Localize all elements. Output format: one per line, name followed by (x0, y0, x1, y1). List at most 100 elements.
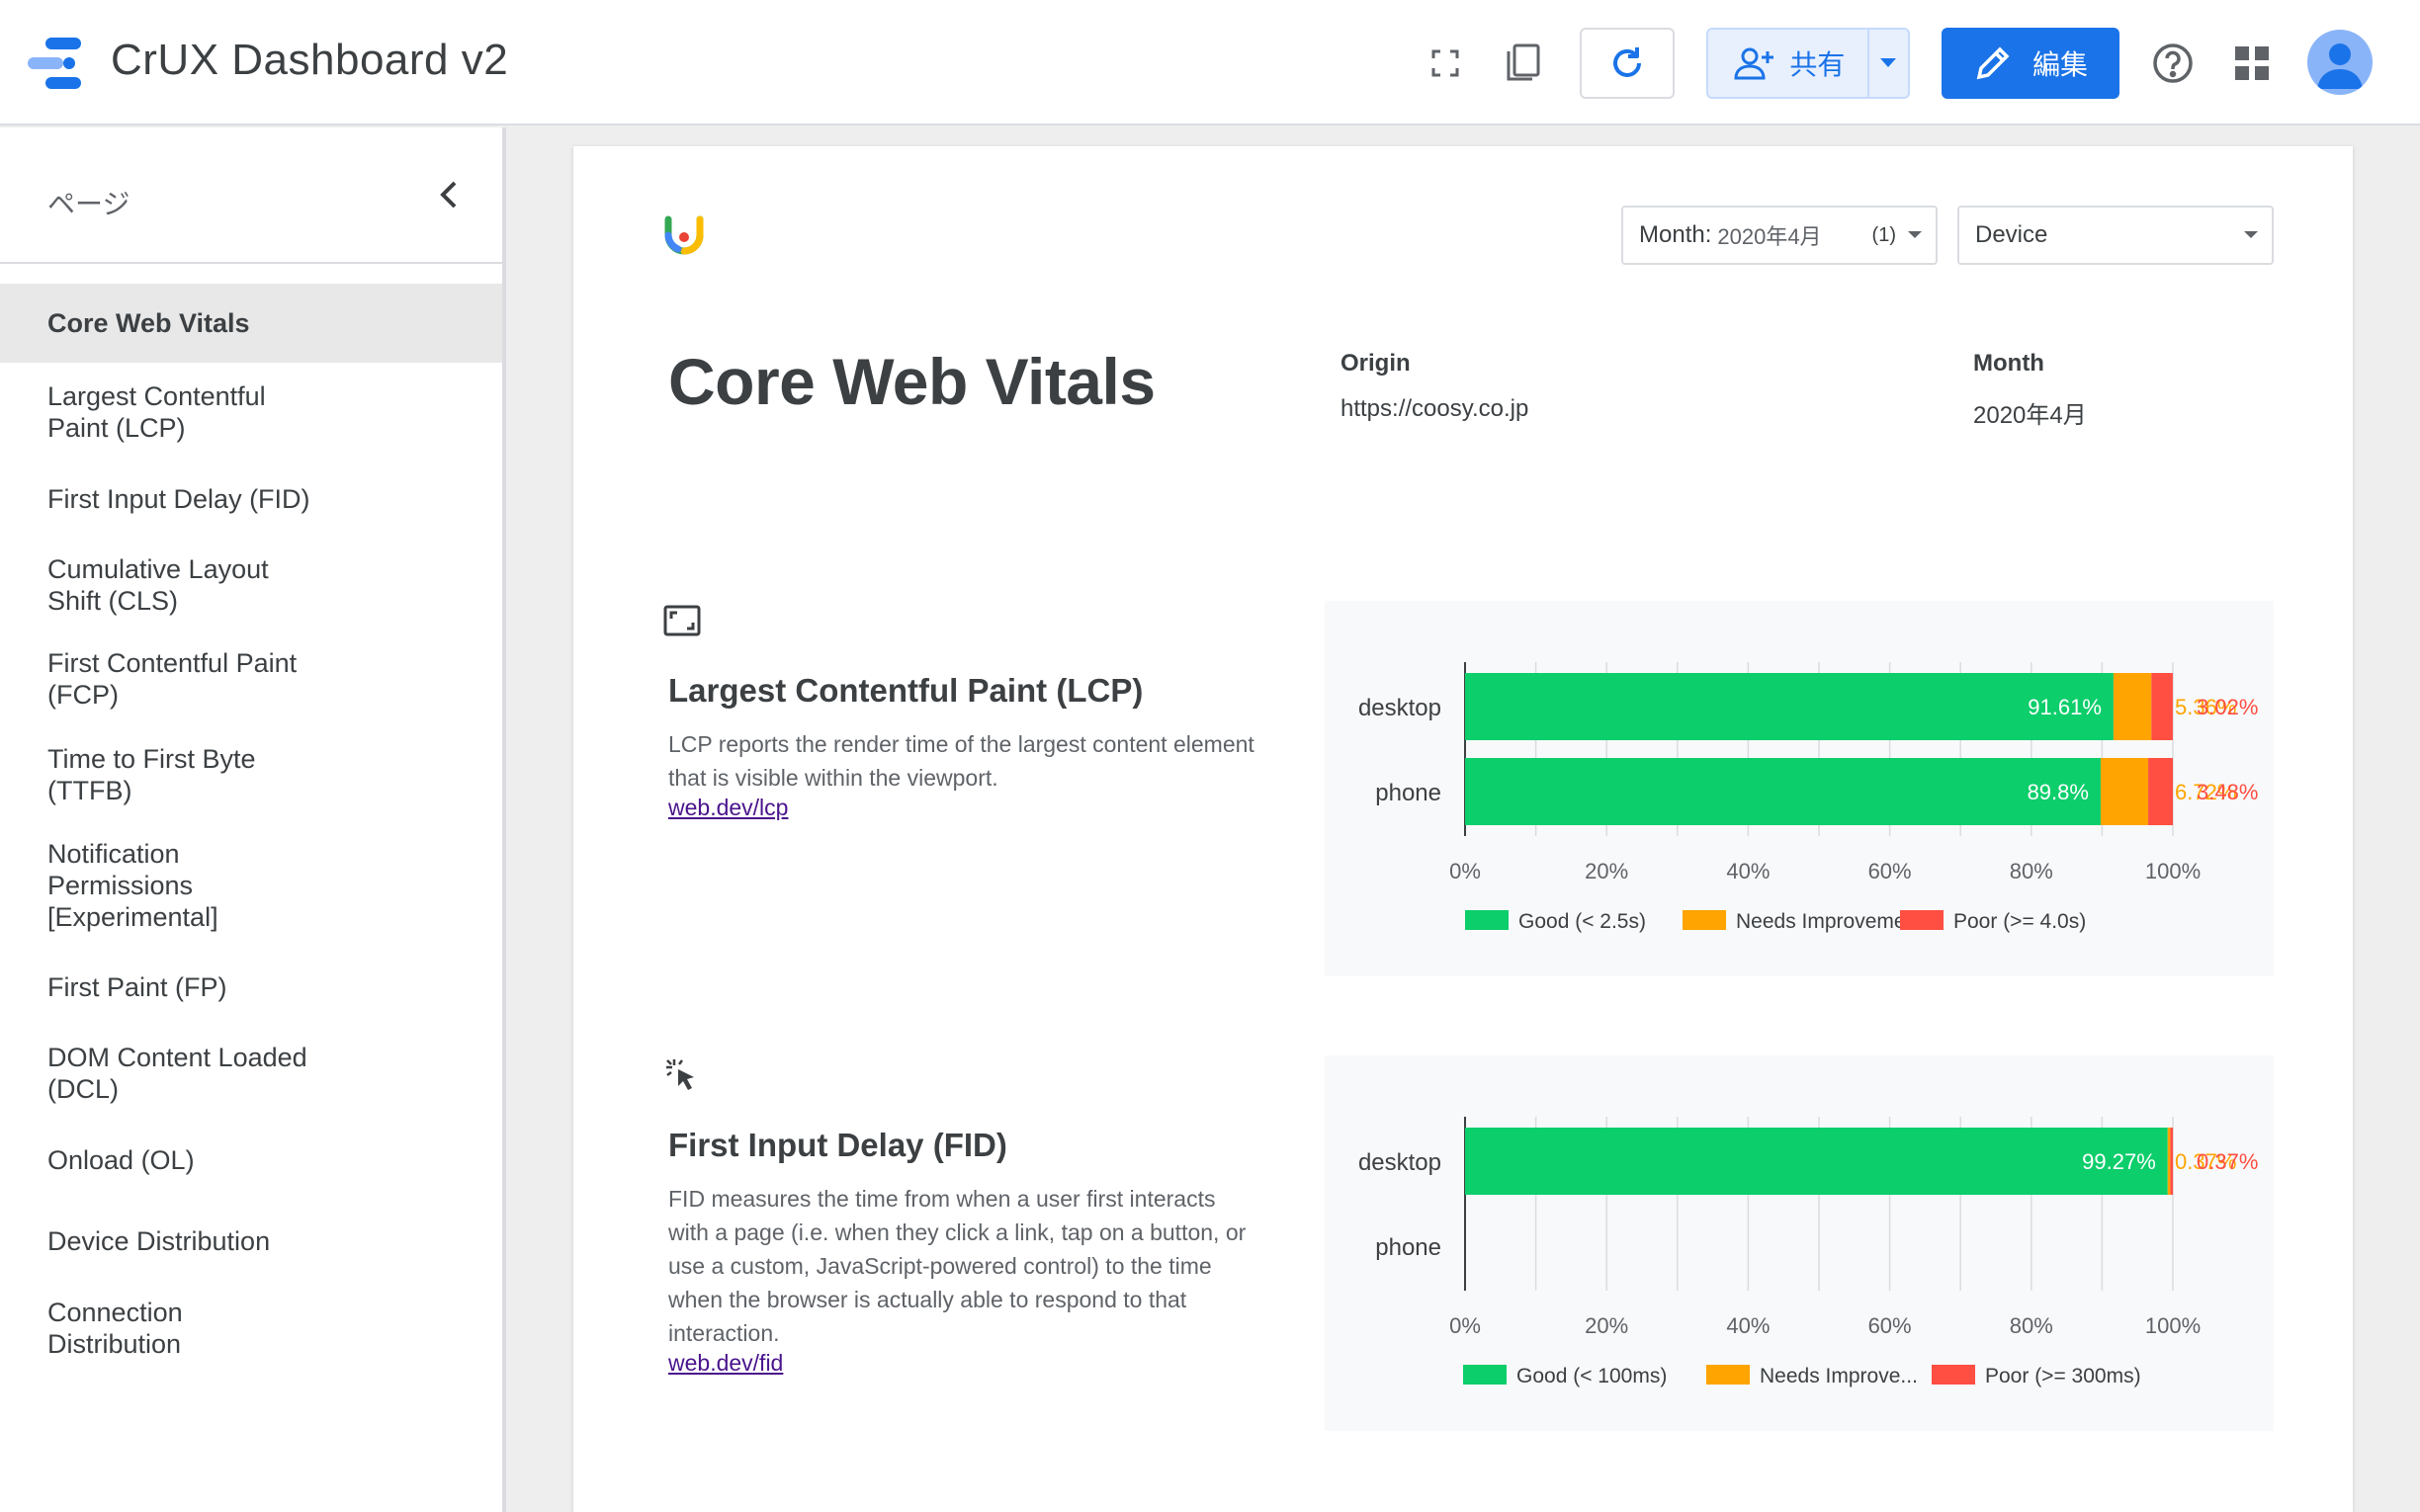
aspect-ratio-icon (663, 605, 701, 636)
fid-link[interactable]: web.dev/fid (668, 1350, 783, 1377)
page-sidebar: ページ Core Web Vitals Largest Contentful P… (0, 127, 506, 1512)
sidebar-item-label: Largest Contentful Paint (LCP) (47, 381, 266, 443)
sidebar-item-label: First Input Delay (FID) (47, 484, 310, 514)
share-options-button[interactable] (1869, 30, 1908, 97)
sidebar-header: ページ (0, 127, 502, 264)
edit-label: 編集 (2031, 49, 2088, 80)
fullscreen-icon[interactable] (1416, 34, 1475, 93)
category-label: phone (1375, 1234, 1441, 1261)
sidebar-item-core-web-vitals[interactable]: Core Web Vitals (0, 284, 502, 363)
legend-label-poor: Poor (>= 300ms) (1985, 1365, 2141, 1387)
category-label: phone (1375, 780, 1441, 806)
x-tick-label: 20% (1585, 859, 1628, 883)
sidebar-item-cls[interactable]: Cumulative Layout Shift (CLS) (0, 553, 326, 617)
x-tick-label: 100% (2145, 1313, 2201, 1338)
lcp-chart-panel: desktop phone 91.61% 5.36% 3.02% 89.8% 6.72% 3.… (1325, 601, 2274, 976)
sidebar-item-connection-distribution[interactable]: Connection Distribution (0, 1297, 277, 1360)
refresh-button[interactable] (1580, 28, 1675, 99)
origin-value: https://coosy.co.jp (1340, 395, 1529, 422)
month-label: Month (1973, 350, 2044, 377)
device-filter-value: Device (1975, 221, 2048, 248)
share-button-group: 共有 (1706, 28, 1910, 99)
x-tick-label: 80% (2010, 1313, 2053, 1338)
legend-swatch-poor (1900, 910, 1944, 930)
x-tick-label: 0% (1449, 859, 1481, 883)
bar-segment-needs (2100, 758, 2149, 825)
caret-down-icon (1880, 58, 1897, 67)
legend-swatch-good (1463, 1365, 1507, 1385)
sidebar-item-label: Core Web Vitals (47, 308, 250, 338)
x-tick-label: 0% (1449, 1313, 1481, 1338)
caret-down-icon (1908, 231, 1922, 238)
legend-swatch-poor (1932, 1365, 1975, 1385)
sidebar-item-onload[interactable]: Onload (OL) (0, 1144, 502, 1176)
month-filter-dropdown[interactable]: Month: 2020年4月 (1) (1621, 206, 1938, 265)
x-tick-label: 60% (1868, 1313, 1912, 1338)
legend-swatch-needs (1683, 910, 1726, 930)
sidebar-item-fp[interactable]: First Paint (FP) (0, 971, 502, 1003)
month-filter-count: (1) (1871, 223, 1896, 246)
x-tick-label: 20% (1585, 1313, 1628, 1338)
top-bar: CrUX Dashboard v2 共有 編集 (0, 0, 2420, 126)
data-label-poor: 0.37% (2197, 1149, 2258, 1174)
month-filter-label: Month: (1639, 221, 1712, 248)
fid-description: FID measures the time from when a user f… (668, 1186, 1247, 1346)
sidebar-item-device-distribution[interactable]: Device Distribution (0, 1225, 502, 1257)
x-tick-label: 60% (1868, 859, 1912, 883)
sidebar-item-ttfb[interactable]: Time to First Byte (TTFB) (0, 743, 326, 806)
sidebar-item-notification-permissions[interactable]: Notification Permissions [Experimental] (0, 838, 297, 933)
copy-icon[interactable] (1493, 34, 1552, 93)
sidebar-item-label: First Paint (FP) (47, 972, 227, 1002)
month-value: 2020年4月 (1973, 402, 2087, 429)
refresh-icon (1613, 47, 1641, 77)
sidebar-item-label: Cumulative Layout Shift (CLS) (47, 554, 269, 616)
legend-label-needs: Needs Improvement (1736, 910, 1923, 933)
report-canvas: Month: 2020年4月 (1) Device Core Web Vital… (573, 146, 2353, 1512)
sidebar-title: ページ (47, 189, 130, 219)
bar-segment-good (1465, 673, 2114, 740)
bar-segment-good (1465, 1128, 2168, 1195)
bar-segment-good (1465, 758, 2101, 825)
sidebar-item-label: DOM Content Loaded (DCL) (47, 1043, 307, 1104)
caret-down-icon (2244, 231, 2258, 238)
sidebar-item-label: Notification Permissions [Experimental] (47, 839, 218, 932)
apps-grid-icon[interactable] (2222, 34, 2282, 93)
category-label: desktop (1358, 1149, 1441, 1176)
share-label: 共有 (1789, 49, 1846, 80)
data-label-good: 99.27% (2082, 1149, 2156, 1174)
sidebar-item-label: Onload (OL) (47, 1145, 195, 1175)
bar-segment-needs (2113, 673, 2152, 740)
legend-swatch-good (1465, 910, 1509, 930)
sidebar-item-dcl[interactable]: DOM Content Loaded (DCL) (0, 1042, 326, 1105)
data-label-good: 91.61% (2028, 695, 2102, 719)
fid-chart: desktopphone99.27% 0.37%0.37%0% 20% 40% 60% 8… (1358, 1117, 2258, 1387)
device-filter-dropdown[interactable]: Device (1957, 206, 2274, 265)
help-icon[interactable] (2143, 34, 2203, 93)
sidebar-item-label: Device Distribution (47, 1226, 271, 1256)
share-button[interactable]: 共有 (1708, 30, 1869, 97)
data-label-poor: 3.02% (2197, 695, 2258, 719)
pencil-icon (1976, 46, 2010, 80)
crux-logo (664, 215, 704, 255)
legend-swatch-needs (1706, 1365, 1750, 1385)
legend-label-poor: Poor (>= 4.0s) (1953, 910, 2086, 933)
sidebar-item-lcp[interactable]: Largest Contentful Paint (LCP) (0, 380, 326, 444)
lcp-link[interactable]: web.dev/lcp (668, 795, 788, 821)
x-tick-label: 100% (2145, 859, 2201, 883)
sidebar-item-fcp[interactable]: First Contentful Paint (FCP) (0, 647, 326, 711)
legend-label-good: Good (< 2.5s) (1518, 910, 1646, 933)
legend-label-good: Good (< 100ms) (1516, 1365, 1667, 1387)
bar-segment-poor (2151, 673, 2173, 740)
x-tick-label: 40% (1726, 859, 1770, 883)
cursor-click-icon (666, 1059, 694, 1090)
origin-label: Origin (1340, 350, 1411, 377)
chevron-left-icon[interactable] (431, 175, 467, 214)
edit-button[interactable]: 編集 (1942, 28, 2119, 99)
data-label-good: 89.8% (2028, 780, 2089, 804)
category-label: desktop (1358, 695, 1441, 721)
user-avatar[interactable] (2307, 30, 2373, 95)
sidebar-item-fid[interactable]: First Input Delay (FID) (0, 483, 502, 515)
person-icon (2317, 43, 2363, 89)
month-filter-value: 2020年4月 (1717, 224, 1822, 249)
data-label-poor: 3.48% (2197, 780, 2258, 804)
